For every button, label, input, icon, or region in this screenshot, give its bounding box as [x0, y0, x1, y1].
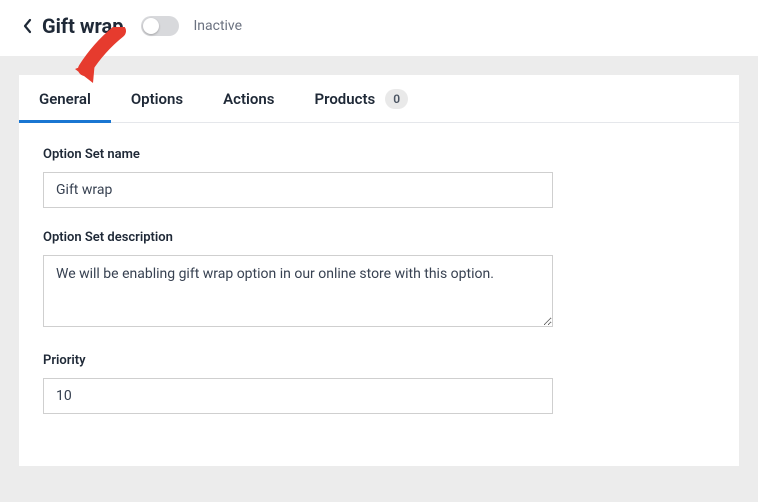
- toggle-knob: [143, 18, 159, 34]
- tab-products[interactable]: Products 0: [315, 75, 409, 122]
- label-option-set-description: Option Set description: [43, 230, 715, 245]
- label-priority: Priority: [43, 353, 715, 368]
- field-priority: Priority: [43, 353, 715, 414]
- tab-general[interactable]: General: [39, 75, 91, 122]
- field-option-set-description: Option Set description We will be enabli…: [43, 230, 715, 331]
- page-header: Gift wrap Inactive: [0, 0, 758, 56]
- form-body: Option Set name Option Set description W…: [19, 123, 739, 466]
- field-option-set-name: Option Set name: [43, 147, 715, 208]
- back-button[interactable]: [20, 18, 36, 34]
- settings-panel: General Options Actions Products 0 Optio…: [18, 74, 740, 467]
- input-option-set-name[interactable]: [43, 172, 553, 208]
- products-count-badge: 0: [385, 89, 408, 109]
- label-option-set-name: Option Set name: [43, 147, 715, 162]
- tab-options[interactable]: Options: [131, 75, 183, 122]
- tabs-bar: General Options Actions Products 0: [19, 75, 739, 123]
- content-stage: General Options Actions Products 0 Optio…: [0, 56, 758, 502]
- status-toggle-wrap: Inactive: [141, 16, 242, 36]
- status-label: Inactive: [193, 18, 242, 34]
- tab-actions[interactable]: Actions: [223, 75, 274, 122]
- page-title: Gift wrap: [42, 14, 123, 38]
- input-priority[interactable]: [43, 378, 553, 414]
- status-toggle[interactable]: [141, 16, 179, 36]
- tab-products-label: Products: [315, 90, 376, 108]
- textarea-option-set-description[interactable]: We will be enabling gift wrap option in …: [43, 255, 553, 327]
